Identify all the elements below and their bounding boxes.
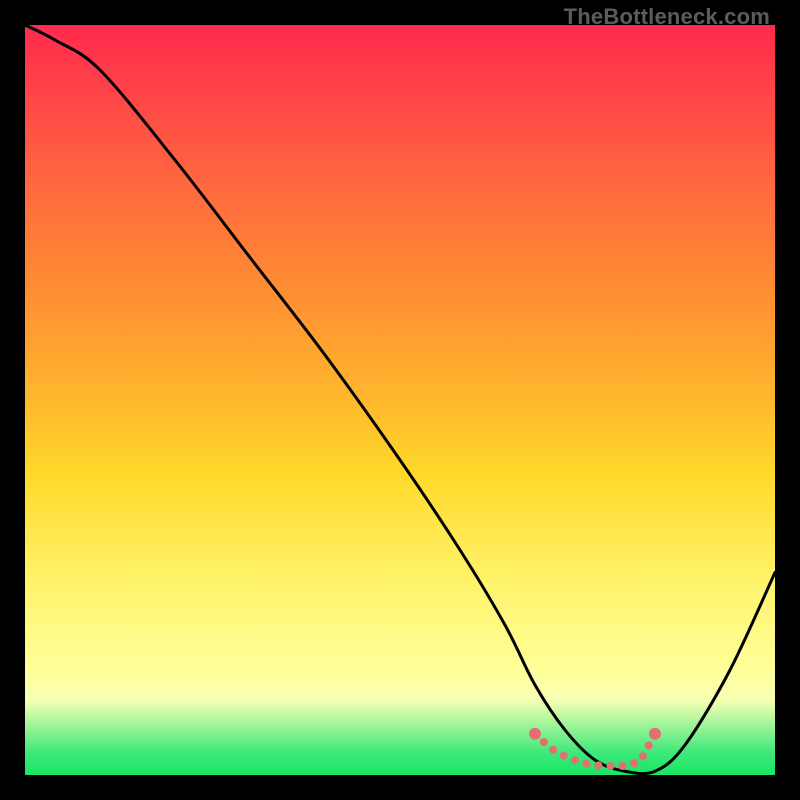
optimal-zone-endpoint — [529, 728, 541, 740]
chart-frame: TheBottleneck.com — [0, 0, 800, 800]
chart-overlay — [25, 25, 775, 775]
bottleneck-curve — [25, 25, 775, 774]
optimal-zone-endpoint — [649, 728, 661, 740]
plot-area — [25, 25, 775, 775]
